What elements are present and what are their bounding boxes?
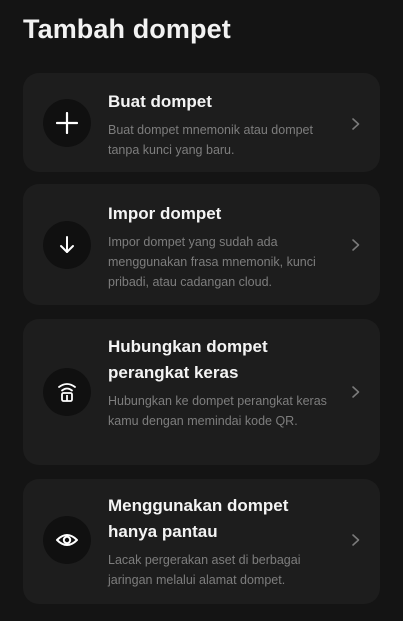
watch-only-wallet-description: Lacak pergerakan aset di berbagai jaring…	[108, 553, 301, 587]
create-wallet-option[interactable]: Buat dompet Buat dompet mnemonik atau do…	[23, 73, 380, 172]
page-title: Tambah dompet	[23, 14, 231, 44]
eye-icon	[56, 534, 78, 546]
chevron-right-icon	[352, 386, 360, 398]
watch-only-wallet-option[interactable]: Menggunakan dompet hanya pantau Lacak pe…	[23, 479, 380, 604]
hardware-wallet-title: Hubungkan dompet perangkat keras	[108, 337, 268, 382]
import-wallet-option[interactable]: Impor dompet Impor dompet yang sudah ada…	[23, 184, 380, 305]
watch-only-wallet-title: Menggunakan dompet hanya pantau	[108, 496, 289, 541]
create-wallet-description: Buat dompet mnemonik atau dompet tanpa k…	[108, 123, 313, 157]
chevron-right-icon	[352, 118, 360, 130]
plus-icon	[56, 112, 78, 134]
chevron-right-icon	[352, 239, 360, 251]
import-wallet-title: Impor dompet	[108, 204, 222, 223]
hardware-wallet-icon	[58, 383, 76, 402]
arrow-down-icon-container	[43, 221, 91, 269]
eye-icon-container	[43, 516, 91, 564]
hardware-wallet-icon-container	[43, 368, 91, 416]
hardware-wallet-description: Hubungkan ke dompet perangkat keras kamu…	[108, 394, 327, 428]
create-wallet-title: Buat dompet	[108, 92, 212, 111]
import-wallet-description: Impor dompet yang sudah ada menggunakan …	[108, 235, 316, 289]
chevron-right-icon	[352, 534, 360, 546]
arrow-down-icon	[60, 236, 74, 253]
hardware-wallet-option[interactable]: Hubungkan dompet perangkat keras Hubungk…	[23, 319, 380, 465]
plus-icon-container	[43, 99, 91, 147]
